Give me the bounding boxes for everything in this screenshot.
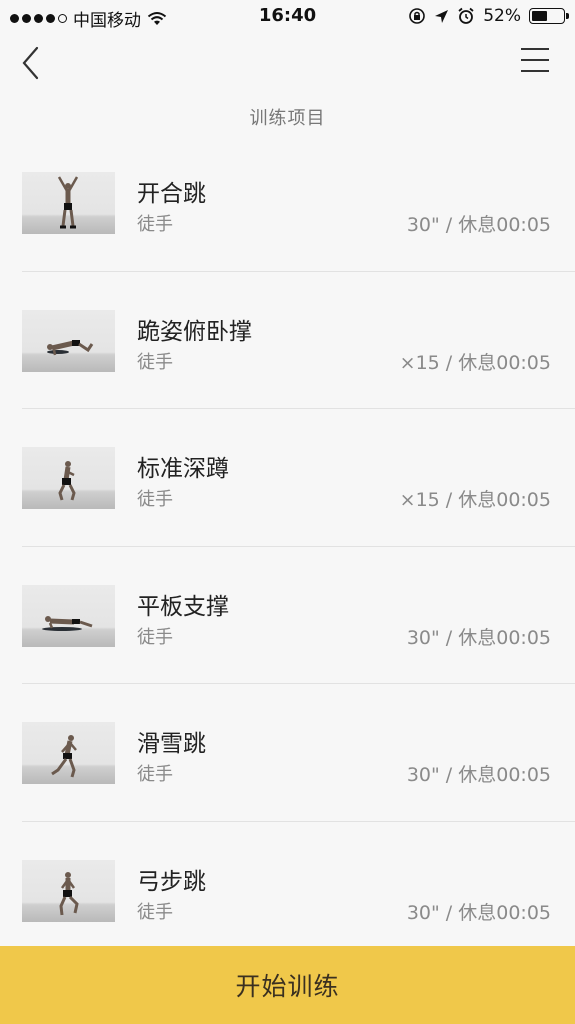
hamburger-menu-icon — [521, 48, 549, 50]
exercise-detail: 30" / 休息00:05 — [406, 626, 551, 649]
exercise-item[interactable]: 弓步跳徒手 30" / 休息00:05 — [0, 822, 575, 960]
screen: 中国移动 16:40 52% 训练项目 开合跳 徒手 30" / 休息00:05… — [0, 0, 575, 1024]
exercise-item[interactable]: 跪姿俯卧撑徒手 ×15 / 休息00:05 — [0, 272, 575, 410]
menu-button[interactable] — [521, 46, 553, 74]
exercise-equipment: 徒手 — [137, 901, 173, 923]
exercise-thumbnail — [22, 584, 115, 647]
exercise-name: 跪姿俯卧撑 — [137, 318, 252, 345]
start-training-button[interactable]: 开始训练 — [0, 946, 575, 1024]
exercise-equipment: 徒手 — [137, 626, 173, 648]
exercise-detail: ×15 / 休息00:05 — [399, 489, 551, 512]
exercise-detail: 30" / 休息00:05 — [406, 901, 551, 924]
battery-percent: 52% — [483, 6, 521, 26]
exercise-item[interactable]: 标准深蹲徒手 ×15 / 休息00:05 — [0, 409, 575, 547]
exercise-detail: ×15 / 休息00:05 — [399, 351, 551, 374]
exercise-thumbnail — [22, 722, 115, 785]
battery-level — [532, 11, 548, 21]
exercise-equipment: 徒手 — [137, 214, 173, 235]
battery-icon — [529, 8, 569, 24]
exercise-item[interactable]: 平板支撑徒手 30" / 休息00:05 — [0, 547, 575, 685]
alarm-icon — [458, 7, 474, 24]
exercise-list: 开合跳 徒手 30" / 休息00:05 跪姿俯卧撑 徒手 ×15 / 休息00:05 标准… — [0, 134, 575, 960]
exercise-name: 滑雪跳 — [137, 731, 206, 758]
start-training-label: 开始训练 — [235, 972, 340, 1001]
page-title: 训练项目 — [249, 108, 326, 129]
exercise-thumbnail — [22, 859, 115, 922]
exercise-item[interactable]: 滑雪跳徒手 30" / 休息00:05 — [0, 684, 575, 822]
back-button[interactable] — [18, 44, 46, 82]
exercise-thumbnail — [22, 447, 115, 510]
exercise-item[interactable]: 开合跳徒手 30" / 休息00:05 — [0, 134, 575, 272]
exercise-name: 开合跳 — [137, 181, 206, 207]
exercise-detail: 30" / 休息00:05 — [406, 764, 551, 787]
exercise-equipment: 徒手 — [137, 351, 173, 373]
status-bar: 中国移动 16:40 52% — [0, 0, 575, 32]
exercise-name: 弓步跳 — [137, 868, 206, 895]
status-right: 52% — [408, 6, 569, 26]
exercise-name: 标准深蹲 — [137, 456, 229, 483]
exercise-thumbnail — [22, 172, 115, 234]
chevron-left-icon — [22, 46, 39, 80]
exercise-detail: 30" / 休息00:05 — [406, 214, 551, 236]
orientation-lock-icon — [409, 8, 426, 24]
exercise-thumbnail — [22, 309, 115, 372]
exercise-equipment: 徒手 — [137, 764, 173, 786]
exercise-equipment: 徒手 — [137, 489, 173, 511]
location-arrow-icon — [435, 9, 449, 23]
exercise-name: 平板支撑 — [137, 593, 229, 620]
